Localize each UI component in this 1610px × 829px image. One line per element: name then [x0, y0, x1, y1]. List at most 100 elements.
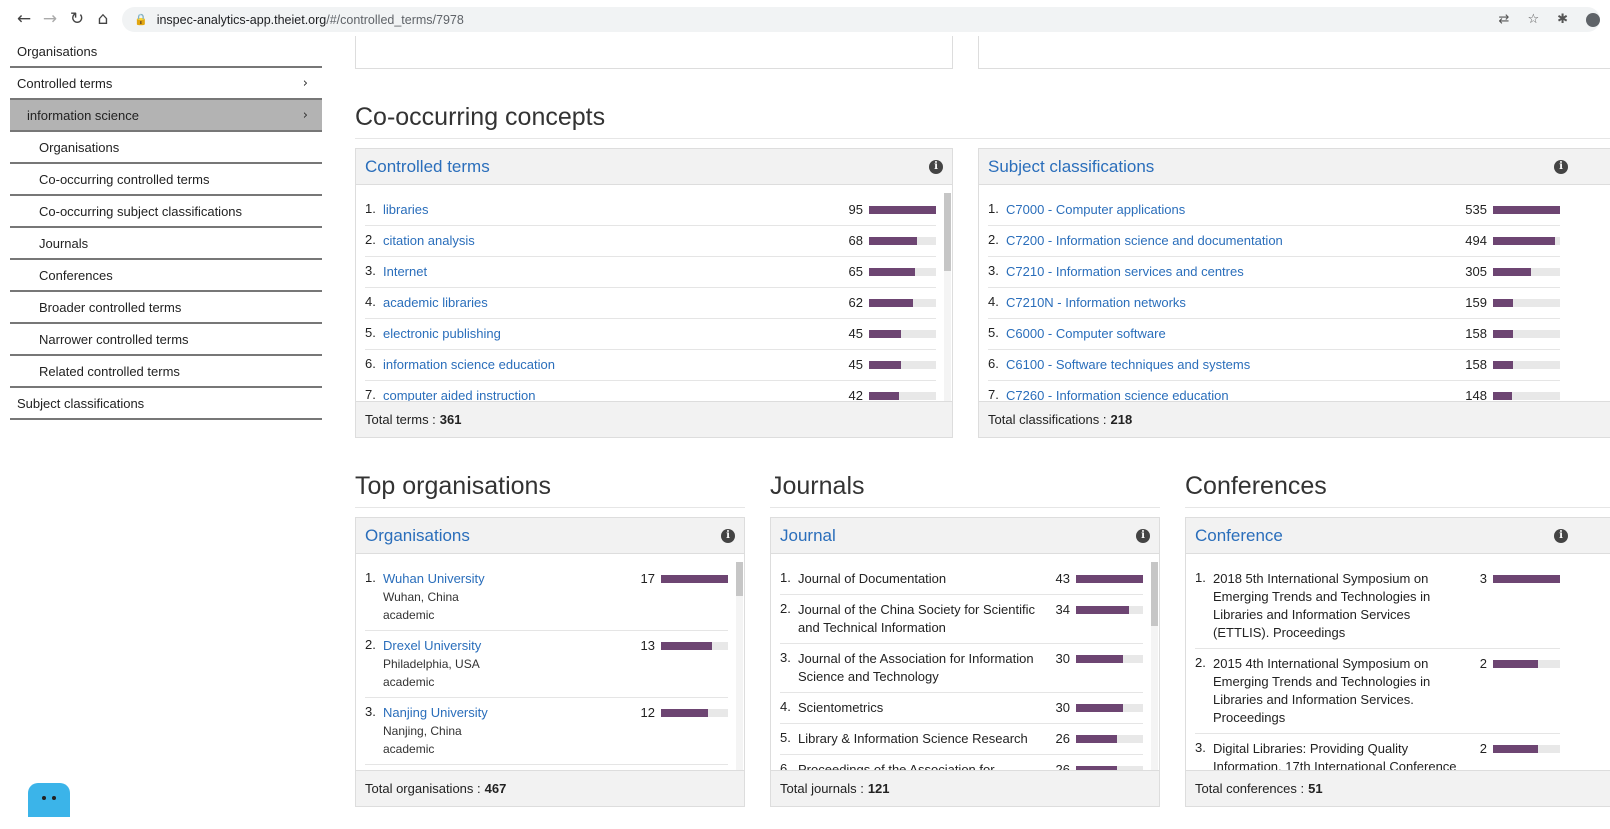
- sidebar-item[interactable]: Conferences: [10, 260, 322, 292]
- list-item: 4. C7210N - Information networks 159: [988, 288, 1560, 319]
- count-bar-fill: [869, 330, 901, 338]
- panel-title[interactable]: Journal: [780, 526, 836, 546]
- count-bar: [1493, 299, 1560, 307]
- sidebar-item[interactable]: Narrower controlled terms: [10, 324, 322, 356]
- item-link[interactable]: C7210 - Information services and centres: [1006, 264, 1244, 279]
- count-bar: [869, 330, 936, 338]
- sidebar-item[interactable]: Organisations: [10, 36, 322, 68]
- item-link[interactable]: information science education: [383, 357, 555, 372]
- profile-avatar-icon[interactable]: [1586, 12, 1600, 27]
- panel-footer: Total classifications :218: [979, 401, 1610, 437]
- list-item-label: academic libraries: [383, 294, 835, 312]
- item-link[interactable]: C7000 - Computer applications: [1006, 202, 1185, 217]
- sidebar-item[interactable]: Co-occurring controlled terms: [10, 164, 322, 196]
- item-link[interactable]: libraries: [383, 202, 429, 217]
- forward-arrow-icon[interactable]: →: [37, 6, 63, 32]
- count-bar: [1493, 330, 1560, 338]
- info-icon[interactable]: i: [1554, 528, 1568, 543]
- item-count: 30: [1055, 700, 1070, 715]
- panel-footer: Total terms :361: [356, 401, 952, 437]
- item-count: 30: [1055, 651, 1070, 666]
- sidebar-item[interactable]: Controlled terms ›: [10, 68, 322, 100]
- scrollbar[interactable]: [736, 562, 743, 770]
- info-icon[interactable]: i: [1136, 528, 1150, 543]
- item-count: 65: [848, 264, 863, 279]
- info-icon[interactable]: i: [1554, 159, 1568, 174]
- item-link[interactable]: electronic publishing: [383, 326, 501, 341]
- rank-number: 6.: [365, 356, 376, 371]
- item-link[interactable]: computer aided instruction: [383, 388, 535, 401]
- item-link[interactable]: citation analysis: [383, 233, 475, 248]
- panel-title[interactable]: Controlled terms: [365, 157, 490, 177]
- item-link[interactable]: C6000 - Computer software: [1006, 326, 1166, 341]
- item-count: 62: [848, 295, 863, 310]
- panel-title[interactable]: Conference: [1195, 526, 1283, 546]
- list-item: 2. C7200 - Information science and docume…: [988, 226, 1560, 257]
- info-icon[interactable]: i: [929, 159, 943, 174]
- rank-number: 6.: [780, 761, 791, 770]
- chat-widget-button[interactable]: [28, 783, 70, 817]
- sidebar-item[interactable]: Organisations: [10, 132, 322, 164]
- item-link[interactable]: C7200 - Information science and document…: [1006, 233, 1283, 248]
- section-divider: [355, 507, 745, 508]
- sidebar-item[interactable]: Broader controlled terms: [10, 292, 322, 324]
- chat-eye-icon: [52, 796, 56, 800]
- item-link[interactable]: C6100 - Software techniques and systems: [1006, 357, 1250, 372]
- list-item-label: C6000 - Computer software: [1006, 325, 1459, 343]
- list-item: 6. information science education 45: [365, 350, 936, 381]
- item-count: 158: [1465, 326, 1487, 341]
- list-item: 5. Library & Information Science Research…: [780, 724, 1143, 755]
- sidebar-item[interactable]: Subject classifications: [10, 388, 322, 420]
- item-link[interactable]: C7260 - Information science education: [1006, 388, 1229, 401]
- list-item-label: Proceedings of the Association for: [798, 761, 1042, 770]
- count-bar-fill: [869, 237, 917, 245]
- rank-number: 2.: [365, 232, 376, 247]
- journals-heading: Journals: [770, 472, 865, 500]
- browser-toolbar: ← → ↻ ⌂ 🔒 inspec-analytics-app.theiet.or…: [0, 0, 1610, 38]
- item-count: 45: [848, 357, 863, 372]
- item-link[interactable]: Wuhan University: [383, 571, 485, 586]
- list-item: 3. Journal of the Association for Informa…: [780, 644, 1143, 693]
- item-link[interactable]: Nanjing University: [383, 705, 488, 720]
- home-icon[interactable]: ⌂: [90, 6, 116, 32]
- address-bar[interactable]: 🔒 inspec-analytics-app.theiet.org/#/cont…: [122, 7, 1600, 32]
- rank-number: 3.: [1195, 740, 1206, 755]
- item-count: 2: [1479, 741, 1487, 756]
- count-bar: [1493, 745, 1560, 753]
- item-link[interactable]: C7210N - Information networks: [1006, 295, 1186, 310]
- rank-number: 4.: [780, 699, 791, 714]
- translate-icon[interactable]: ⇄: [1499, 12, 1510, 27]
- panel-title[interactable]: Organisations: [365, 526, 470, 546]
- cooccurring-heading: Co-occurring concepts: [355, 103, 606, 131]
- item-link[interactable]: Drexel University: [383, 638, 481, 653]
- item-link[interactable]: Internet: [383, 264, 427, 279]
- count-bar: [869, 299, 936, 307]
- sidebar-item[interactable]: information science ›: [10, 100, 322, 132]
- list-item: 6. C6100 - Software techniques and system…: [988, 350, 1560, 381]
- info-icon[interactable]: i: [721, 528, 735, 543]
- back-arrow-icon[interactable]: ←: [11, 6, 37, 32]
- list-item-label: computer aided instruction: [383, 387, 835, 401]
- bookmark-star-icon[interactable]: ☆: [1527, 12, 1539, 27]
- rank-number: 2.: [1195, 655, 1206, 670]
- list-item: 1. Wuhan University Wuhan, China academic 17: [365, 564, 728, 631]
- reload-icon[interactable]: ↻: [64, 6, 90, 32]
- count-bar-fill: [1076, 704, 1123, 712]
- sidebar-item[interactable]: Related controlled terms: [10, 356, 322, 388]
- chat-eye-icon: [42, 796, 46, 800]
- panel-title[interactable]: Subject classifications: [988, 157, 1154, 177]
- scrollbar[interactable]: [1151, 562, 1158, 770]
- item-count: 12: [640, 705, 655, 720]
- panel-footer: Total organisations :467: [356, 770, 744, 806]
- scrollbar[interactable]: [944, 193, 951, 401]
- item-link[interactable]: academic libraries: [383, 295, 488, 310]
- rank-number: 3.: [988, 263, 999, 278]
- sidebar-item-label: Broader controlled terms: [39, 299, 182, 315]
- count-bar-fill: [869, 206, 936, 214]
- extensions-puzzle-icon[interactable]: ✱: [1557, 12, 1568, 27]
- total-value: 218: [1110, 412, 1133, 427]
- sidebar-item[interactable]: Co-occurring subject classifications: [10, 196, 322, 228]
- sidebar-item[interactable]: Journals: [10, 228, 322, 260]
- rank-number: 3.: [780, 650, 791, 665]
- item-count: 159: [1465, 295, 1487, 310]
